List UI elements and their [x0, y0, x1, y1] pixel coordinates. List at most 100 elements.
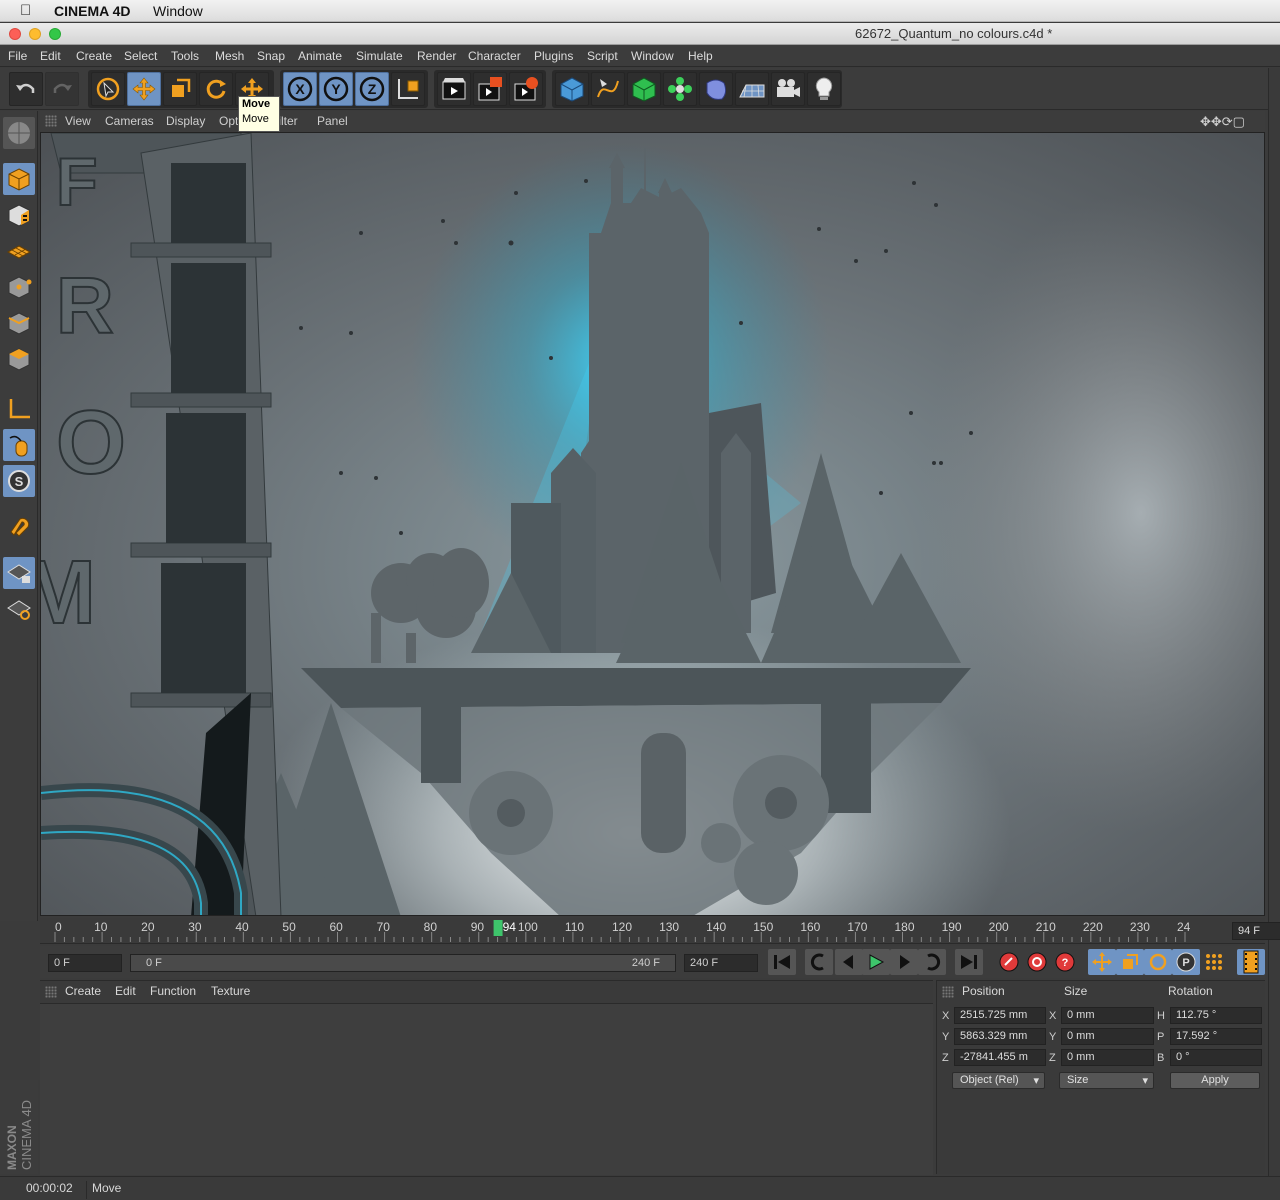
edges-mode-icon[interactable]: [3, 307, 35, 339]
material-menu-texture[interactable]: Texture: [211, 984, 250, 998]
menu-snap[interactable]: Snap: [257, 49, 285, 63]
scale-icon[interactable]: [163, 72, 197, 106]
size-z-field[interactable]: 0 mm: [1061, 1049, 1154, 1066]
render-settings-icon[interactable]: [509, 72, 543, 106]
undo-icon[interactable]: [9, 72, 43, 106]
size-mode-dropdown[interactable]: Size ▾: [1059, 1072, 1154, 1089]
key-parameter-icon[interactable]: P: [1172, 949, 1200, 975]
preview-range-slider[interactable]: 0 F 240 F: [130, 954, 676, 972]
key-rotation-icon[interactable]: [1144, 949, 1172, 975]
menu-help[interactable]: Help: [688, 49, 713, 63]
viewport-menu-panel[interactable]: Panel: [317, 114, 348, 128]
keyframe-selection-icon[interactable]: ?: [1051, 949, 1079, 975]
redo-icon[interactable]: [45, 72, 79, 106]
workplane-rotate-icon[interactable]: [3, 593, 35, 625]
apply-button[interactable]: Apply: [1170, 1072, 1260, 1089]
spline-pen-icon[interactable]: [591, 72, 625, 106]
menu-mesh[interactable]: Mesh: [215, 49, 244, 63]
live-selection-icon[interactable]: [91, 72, 125, 106]
timeline-film-icon[interactable]: [1237, 949, 1265, 975]
material-menu-function[interactable]: Function: [150, 984, 196, 998]
move-icon[interactable]: [127, 72, 161, 106]
minimize-window-button[interactable]: [29, 28, 41, 40]
material-menu-create[interactable]: Create: [65, 984, 101, 998]
viewport-navigation-icon[interactable]: ✥✥⟳▢: [1200, 114, 1245, 130]
deformer-icon[interactable]: [699, 72, 733, 106]
cube-icon[interactable]: [555, 72, 589, 106]
menu-simulate[interactable]: Simulate: [356, 49, 403, 63]
cloner-icon[interactable]: [663, 72, 697, 106]
y-axis-icon[interactable]: Y: [319, 72, 353, 106]
play-icon[interactable]: [862, 949, 890, 975]
z-axis-icon[interactable]: Z: [355, 72, 389, 106]
close-window-button[interactable]: [9, 28, 21, 40]
rotate-icon[interactable]: [199, 72, 233, 106]
camera-icon[interactable]: [771, 72, 805, 106]
position-z-field[interactable]: -27841.455 m: [954, 1049, 1046, 1066]
position-x-field[interactable]: 2515.725 mm: [954, 1007, 1046, 1024]
autokeying-icon[interactable]: [1023, 949, 1051, 975]
material-list-area[interactable]: [40, 1003, 933, 1175]
menu-create[interactable]: Create: [76, 49, 112, 63]
zoom-window-button[interactable]: [49, 28, 61, 40]
menu-file[interactable]: File: [8, 49, 27, 63]
record-active-objects-icon[interactable]: [995, 949, 1023, 975]
go-to-start-icon[interactable]: [768, 949, 796, 975]
menu-render[interactable]: Render: [417, 49, 456, 63]
end-frame-field[interactable]: 240 F: [684, 954, 758, 972]
viewport-menu-display[interactable]: Display: [166, 114, 205, 128]
key-scale-icon[interactable]: [1116, 949, 1144, 975]
key-point-level-icon[interactable]: [1200, 949, 1228, 975]
subdivision-surface-icon[interactable]: [627, 72, 661, 106]
menu-character[interactable]: Character: [468, 49, 521, 63]
x-axis-icon[interactable]: X: [283, 72, 317, 106]
start-frame-field[interactable]: 0 F: [48, 954, 122, 972]
texture-mode-icon[interactable]: [3, 199, 35, 231]
axis-mode-icon[interactable]: [3, 393, 35, 425]
render-view-icon[interactable]: [437, 72, 471, 106]
tweak-mode-icon[interactable]: [3, 429, 35, 461]
material-menu-edit[interactable]: Edit: [115, 984, 136, 998]
viewport-sphere-icon[interactable]: [3, 117, 35, 149]
workplane-lock-icon[interactable]: [3, 557, 35, 589]
workplane-mode-icon[interactable]: [3, 235, 35, 267]
menu-tools[interactable]: Tools: [171, 49, 199, 63]
points-mode-icon[interactable]: [3, 271, 35, 303]
scene-letter-m: M: [41, 543, 96, 643]
menu-select[interactable]: Select: [124, 49, 157, 63]
key-position-icon[interactable]: [1088, 949, 1116, 975]
position-y-field[interactable]: 5863.329 mm: [954, 1028, 1046, 1045]
previous-frame-icon[interactable]: [835, 949, 863, 975]
solo-mode-icon[interactable]: S: [3, 465, 35, 497]
menu-script[interactable]: Script: [587, 49, 618, 63]
render-picture-viewer-icon[interactable]: [473, 72, 507, 106]
light-icon[interactable]: [807, 72, 841, 106]
coordinate-mode-dropdown[interactable]: Object (Rel) ▾: [952, 1072, 1045, 1089]
app-menu[interactable]: CINEMA 4D: [54, 3, 131, 19]
timeline-ruler[interactable]: 0 10 20 30 40 50 60 70 80 90 100 110 120 130 140 150 160…: [40, 918, 1280, 944]
viewport-menu-cameras[interactable]: Cameras: [105, 114, 154, 128]
3d-viewport[interactable]: F R O M: [40, 132, 1265, 916]
menu-window[interactable]: Window: [631, 49, 674, 63]
menu-plugins[interactable]: Plugins: [534, 49, 573, 63]
polygons-mode-icon[interactable]: [3, 343, 35, 375]
size-x-field[interactable]: 0 mm: [1061, 1007, 1154, 1024]
size-y-field[interactable]: 0 mm: [1061, 1028, 1154, 1045]
coordinate-system-icon[interactable]: [391, 72, 425, 106]
rotation-h-field[interactable]: 112.75 °: [1170, 1007, 1262, 1024]
snap-magnet-icon[interactable]: [3, 511, 35, 543]
previous-keyframe-icon[interactable]: [805, 949, 833, 975]
apple-icon[interactable]: : [20, 2, 31, 19]
rotation-b-field[interactable]: 0 °: [1170, 1049, 1262, 1066]
model-mode-icon[interactable]: [3, 163, 35, 195]
floor-icon[interactable]: [735, 72, 769, 106]
menu-edit[interactable]: Edit: [40, 49, 61, 63]
go-to-end-icon[interactable]: [955, 949, 983, 975]
os-window-menu[interactable]: Window: [153, 3, 203, 19]
rotation-p-field[interactable]: 17.592 °: [1170, 1028, 1262, 1045]
menu-animate[interactable]: Animate: [298, 49, 342, 63]
next-keyframe-icon[interactable]: [918, 949, 946, 975]
current-frame-field[interactable]: 94 F: [1232, 922, 1280, 940]
viewport-menu-view[interactable]: View: [65, 114, 91, 128]
next-frame-icon[interactable]: [890, 949, 918, 975]
